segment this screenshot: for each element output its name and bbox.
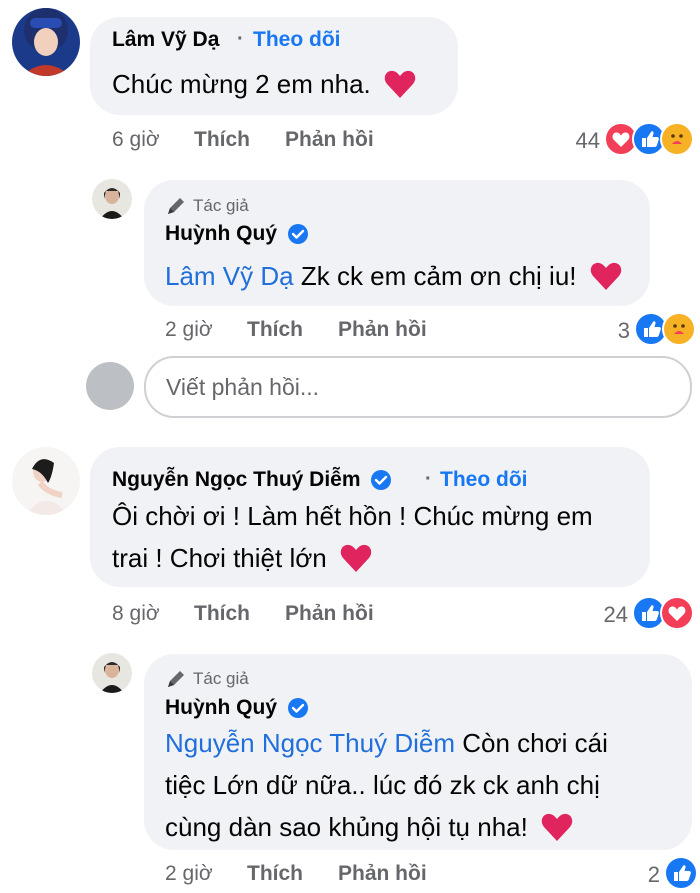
separator-dot: · [425, 468, 432, 490]
care-reaction-icon [662, 312, 696, 346]
like-button[interactable]: Thích [194, 602, 250, 626]
reply-button[interactable]: Phản hồi [285, 128, 374, 152]
reply-button-label: Phản hồi [338, 862, 427, 885]
comment-text: Ôi chời ơi ! Làm hết hồn ! Chúc mừng em … [112, 495, 593, 579]
reply-button-label: Phản hồi [285, 602, 374, 625]
reaction-count[interactable]: 3 [596, 318, 630, 344]
comment-text-content: trai ! Chơi thiệt lớn [112, 543, 327, 573]
heart-icon [541, 813, 573, 841]
reply-button-label: Phản hồi [338, 318, 427, 341]
avatar-lam-vy-da[interactable] [12, 8, 80, 76]
commenter-name-text: Nguyễn Ngọc Thuý Diễm [112, 468, 361, 491]
heart-icon [340, 544, 372, 572]
comment-text-line: Ôi chời ơi ! Làm hết hồn ! Chúc mừng em [112, 501, 593, 531]
reply-text: Lâm Vỹ Dạ Zk ck em cảm ơn chị iu! [165, 255, 622, 297]
reply-input-placeholder: Viết phản hồi... [166, 374, 320, 400]
author-label: Tác giả [193, 669, 249, 688]
follow-button[interactable]: Theo dõi [253, 28, 341, 52]
reply-button[interactable]: Phản hồi [338, 862, 427, 886]
like-button-label: Thích [194, 602, 250, 625]
reply-text-content: cùng dàn sao khủng hội tụ nha! [165, 812, 528, 842]
like-button-label: Thích [247, 318, 303, 341]
reply-button-label: Phản hồi [285, 128, 374, 151]
avatar-huynh-quy[interactable] [92, 179, 132, 219]
reply-text: Nguyễn Ngọc Thuý Diễm Còn chơi cái tiệc … [165, 722, 608, 848]
like-button[interactable]: Thích [247, 862, 303, 886]
reply-text-line: Nguyễn Ngọc Thuý Diễm Còn chơi cái [165, 722, 608, 764]
like-reaction-icon [664, 856, 698, 890]
commenter-name[interactable]: Lâm Vỹ Dạ [112, 28, 219, 52]
reaction-count[interactable]: 2 [640, 862, 660, 888]
like-button-label: Thích [194, 128, 250, 151]
heart-icon [590, 262, 621, 290]
mention-link[interactable]: Nguyễn Ngọc Thuý Diễm [165, 728, 455, 758]
reply-button[interactable]: Phản hồi [338, 318, 427, 342]
comment-text-line: trai ! Chơi thiệt lớn [112, 537, 593, 579]
follow-button[interactable]: Theo dõi [440, 468, 528, 492]
avatar-huynh-quy[interactable] [92, 653, 132, 693]
like-button[interactable]: Thích [247, 318, 303, 342]
reaction-count[interactable]: 44 [560, 128, 600, 154]
reply-text-content: Còn chơi cái [455, 728, 608, 758]
verified-badge-icon [287, 224, 308, 245]
reply-text-line: tiệc Lớn dữ nữa.. lúc đó zk ck anh chị [165, 770, 600, 800]
comment-timestamp: 6 giờ [112, 128, 160, 151]
reply-author-name[interactable]: Huỳnh Quý [165, 696, 309, 720]
avatar-image [12, 447, 80, 515]
separator-dot: · [237, 28, 244, 50]
reply-button[interactable]: Phản hồi [285, 602, 374, 626]
author-label: Tác giả [193, 196, 249, 215]
reply-input[interactable]: Viết phản hồi... [144, 356, 692, 418]
heart-icon [384, 70, 416, 98]
reply-author-name-text: Huỳnh Quý [165, 222, 278, 245]
love-reaction-icon [660, 596, 694, 630]
commenter-name[interactable]: Nguyễn Ngọc Thuý Diễm [112, 468, 392, 492]
reply-text-line: cùng dàn sao khủng hội tụ nha! [165, 806, 608, 848]
avatar-image [92, 179, 132, 219]
pen-icon [168, 671, 184, 687]
avatar-image [92, 653, 132, 693]
comment-text: Chúc mừng 2 em nha. [112, 63, 416, 105]
avatar-thuy-diem[interactable] [12, 447, 80, 515]
comment-timestamp: 8 giờ [112, 602, 160, 625]
care-reaction-icon [660, 122, 694, 156]
like-button-label: Thích [247, 862, 303, 885]
pen-icon [168, 198, 184, 214]
reply-author-name-text: Huỳnh Quý [165, 696, 278, 719]
reply-text-content: Zk ck em cảm ơn chị iu! [293, 261, 577, 291]
reply-author-name[interactable]: Huỳnh Quý [165, 222, 309, 246]
reply-timestamp: 2 giờ [165, 862, 213, 885]
reply-timestamp: 2 giờ [165, 318, 213, 341]
comment-text-content: Chúc mừng 2 em nha. [112, 69, 371, 99]
like-button[interactable]: Thích [194, 128, 250, 152]
verified-badge-icon [287, 698, 308, 719]
reaction-count[interactable]: 24 [588, 602, 628, 628]
avatar-image [12, 8, 80, 76]
verified-badge-icon [371, 470, 392, 491]
mention-link[interactable]: Lâm Vỹ Dạ [165, 261, 294, 291]
current-user-avatar [86, 362, 134, 410]
